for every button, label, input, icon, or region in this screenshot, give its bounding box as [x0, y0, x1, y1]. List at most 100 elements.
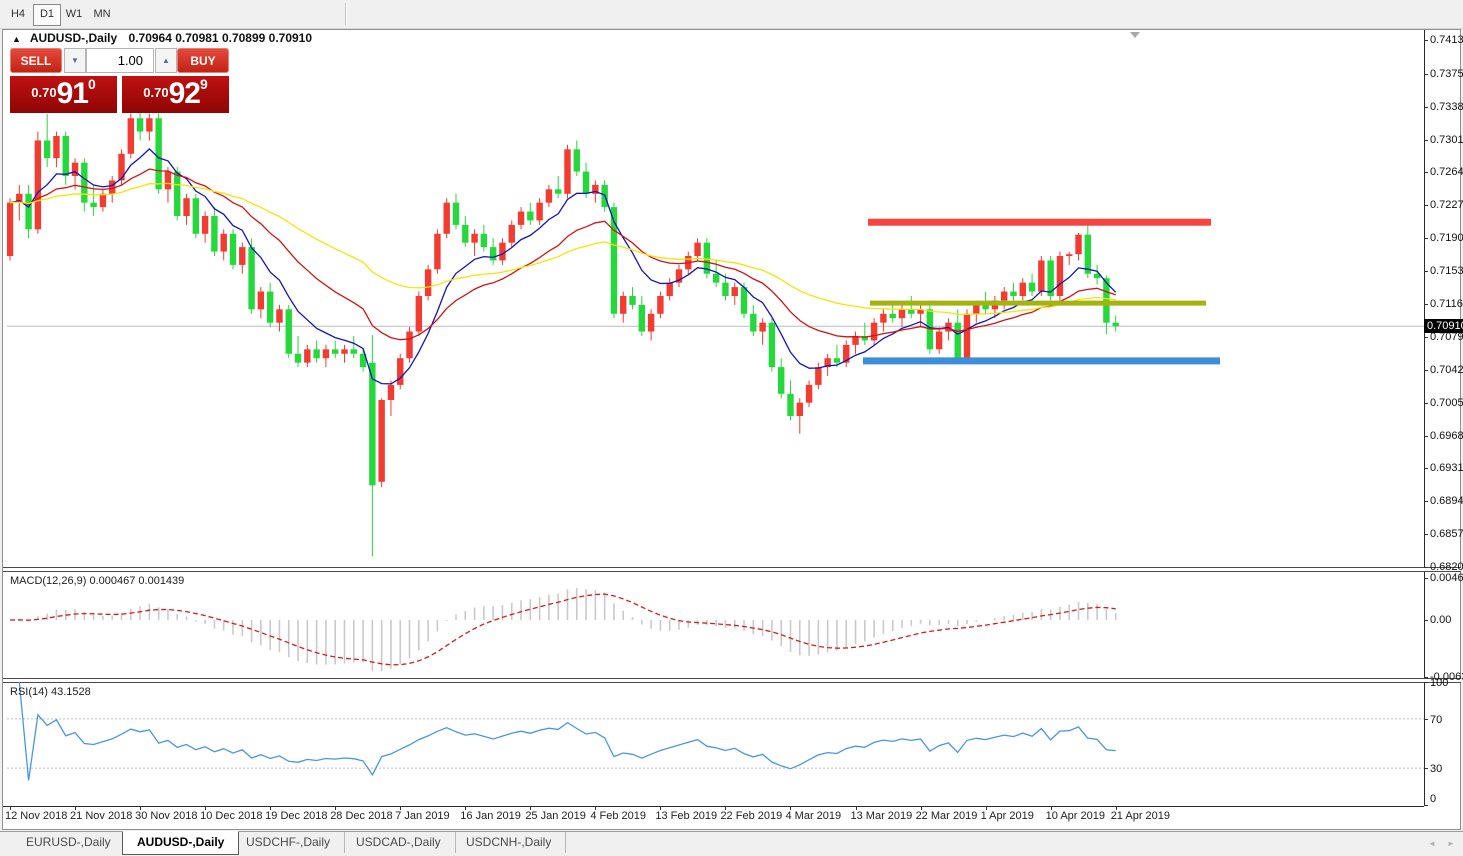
price-axis-tick: 0.73750 — [1430, 67, 1463, 80]
date-axis-label: 25 Jan 2019 — [525, 810, 586, 822]
date-axis-label: 10 Dec 2018 — [200, 810, 263, 822]
price-axis-tick-mark — [1424, 468, 1428, 470]
macd-axis-tick: 0.004694 — [1430, 571, 1463, 584]
rsi-axis-tick-mark — [1424, 805, 1428, 806]
rsi-axis-tick-mark — [1424, 682, 1428, 683]
price-axis-tick-mark — [1424, 238, 1428, 240]
price-axis-tick: 0.71160 — [1430, 298, 1463, 310]
timeframe-button-h4[interactable]: H4 — [5, 4, 31, 24]
tab-scroll-right-icon[interactable]: ► — [1444, 838, 1458, 850]
date-axis-tick-mark — [920, 806, 922, 810]
date-axis-tick-mark — [985, 806, 987, 810]
buy-price-box[interactable]: 0.70929 — [122, 76, 229, 113]
chart-tab-usdcnh[interactable]: USDCNH-,Daily — [452, 832, 567, 853]
date-axis-label: 21 Apr 2019 — [1110, 810, 1171, 822]
date-axis-label: 21 Nov 2018 — [70, 810, 133, 822]
price-axis-tick-mark — [1424, 271, 1428, 273]
date-axis-label: 22 Feb 2019 — [720, 810, 783, 822]
price-axis-tick-mark — [1424, 336, 1428, 338]
date-axis-label: 13 Feb 2019 — [655, 810, 718, 822]
volume-decrease-button[interactable]: ▼ — [64, 48, 86, 73]
price-axis-tick-mark — [1424, 205, 1428, 207]
chart-tab-usdchf[interactable]: USDCHF-,Daily — [232, 832, 345, 853]
date-axis-label: 4 Mar 2019 — [785, 810, 842, 822]
date-axis-tick-mark — [75, 806, 77, 810]
date-axis-tick-mark — [855, 806, 857, 810]
mt4-terminal: H4 D1 W1 MN MACD(12,26,9) 0.000467 0.001439… — [0, 0, 1463, 856]
chart-tab-audusd[interactable]: AUDUSD-,Daily — [122, 831, 240, 855]
timeframe-toolbar: H4 D1 W1 MN — [0, 0, 1463, 29]
price-axis-tick: 0.74130 — [1430, 34, 1463, 46]
date-axis-label: 16 Jan 2019 — [460, 810, 521, 822]
price-axis-tick-mark — [1424, 40, 1428, 41]
date-axis-tick-mark — [335, 806, 337, 810]
price-axis-tick-mark — [1424, 73, 1428, 75]
date-axis-tick-mark — [1050, 806, 1052, 810]
price-axis-tick-mark — [1424, 369, 1428, 371]
date-axis-tick-mark — [790, 806, 792, 810]
price-axis-border — [1424, 30, 1425, 806]
rsi-label: RSI(14) 43.1528 — [10, 686, 91, 698]
date-axis-tick-mark — [270, 806, 272, 810]
date-axis-label: 12 Nov 2018 — [5, 810, 68, 822]
buy-price-pips: 92 — [168, 77, 201, 110]
date-axis-label: 1 Apr 2019 — [980, 810, 1034, 822]
price-axis-tick-mark — [1424, 567, 1428, 569]
rsi-axis-tick: 30 — [1430, 763, 1443, 776]
date-axis-tick-mark — [140, 806, 142, 810]
one-click-trading-panel: SELL ▼ ▲ BUY 0.70910 0.70929 — [10, 48, 229, 113]
rsi-axis-tick: 0 — [1430, 793, 1437, 805]
symbol-label: AUDUSD-,Daily — [29, 31, 118, 45]
date-axis-label: 22 Mar 2019 — [915, 810, 978, 822]
rsi-axis-tick: 100 — [1430, 677, 1449, 689]
price-axis-tick: 0.71530 — [1430, 265, 1463, 278]
date-axis-tick-mark — [595, 806, 597, 810]
chart-title: ▲ AUDUSD-,Daily 0.70964 0.70981 0.70899 … — [12, 31, 312, 45]
toolbar-separator — [345, 3, 347, 25]
volume-increase-button[interactable]: ▲ — [155, 48, 177, 73]
date-axis-label: 13 Mar 2019 — [850, 810, 913, 822]
chart-tab-usdcad[interactable]: USDCAD-,Daily — [342, 832, 456, 853]
chart-window — [2, 29, 1461, 830]
price-axis-tick-mark — [1424, 172, 1428, 174]
rsi-axis-tick: 70 — [1430, 713, 1443, 726]
date-axis-tick-mark — [530, 806, 532, 810]
chart-tab-bar: ◄ ► EURUSD-,Daily AUDUSD-,Daily USDCHF-,Da… — [0, 831, 1463, 856]
macd-pane-splitter[interactable] — [3, 567, 1461, 572]
price-axis-tick: 0.69310 — [1430, 462, 1463, 475]
price-axis-tick: 0.73010 — [1430, 133, 1463, 146]
timeframe-button-d1[interactable]: D1 — [33, 4, 61, 26]
sell-button[interactable]: SELL — [10, 48, 62, 73]
buy-button[interactable]: BUY — [177, 48, 229, 73]
timeframe-button-mn[interactable]: MN — [89, 4, 115, 24]
macd-label: MACD(12,26,9) 0.000467 0.001439 — [10, 575, 185, 587]
date-axis-label: 10 Apr 2019 — [1045, 810, 1105, 822]
price-axis-tick: 0.69680 — [1430, 429, 1463, 442]
macd-axis-tick-mark — [1424, 677, 1428, 679]
macd-axis-tick-mark — [1424, 620, 1428, 621]
chart-tab-eurusd[interactable]: EURUSD-,Daily — [12, 832, 126, 853]
date-axis-tick-mark — [660, 806, 662, 810]
sell-price-point: 0 — [87, 76, 96, 92]
macd-axis-tick-mark — [1424, 577, 1428, 579]
date-axis-label: 4 Feb 2019 — [590, 810, 647, 822]
price-axis-tick: 0.70050 — [1430, 396, 1463, 409]
date-axis-label: 30 Nov 2018 — [135, 810, 198, 822]
price-axis-tick-mark — [1424, 501, 1428, 503]
one-click-collapse-icon[interactable]: ▲ — [12, 34, 21, 44]
buy-price-base: 0.70 — [143, 85, 169, 100]
sell-price-box[interactable]: 0.70910 — [10, 76, 117, 113]
chart-shift-marker-icon — [1130, 32, 1140, 38]
price-axis-tick: 0.73380 — [1430, 100, 1463, 113]
timeframe-button-w1[interactable]: W1 — [61, 4, 87, 24]
sell-price-pips: 91 — [56, 77, 89, 110]
price-axis-tick-mark — [1424, 106, 1428, 108]
date-axis-label: 19 Dec 2018 — [265, 810, 328, 822]
volume-input[interactable] — [86, 48, 154, 73]
tab-scroll-left-icon[interactable]: ◄ — [1425, 838, 1439, 850]
price-axis-tick-mark — [1424, 139, 1428, 141]
price-axis-tick: 0.72270 — [1430, 199, 1463, 212]
date-axis-label: 7 Jan 2019 — [395, 810, 450, 822]
rsi-pane-splitter[interactable] — [3, 678, 1461, 683]
macd-axis-tick: 0.00 — [1430, 614, 1452, 626]
